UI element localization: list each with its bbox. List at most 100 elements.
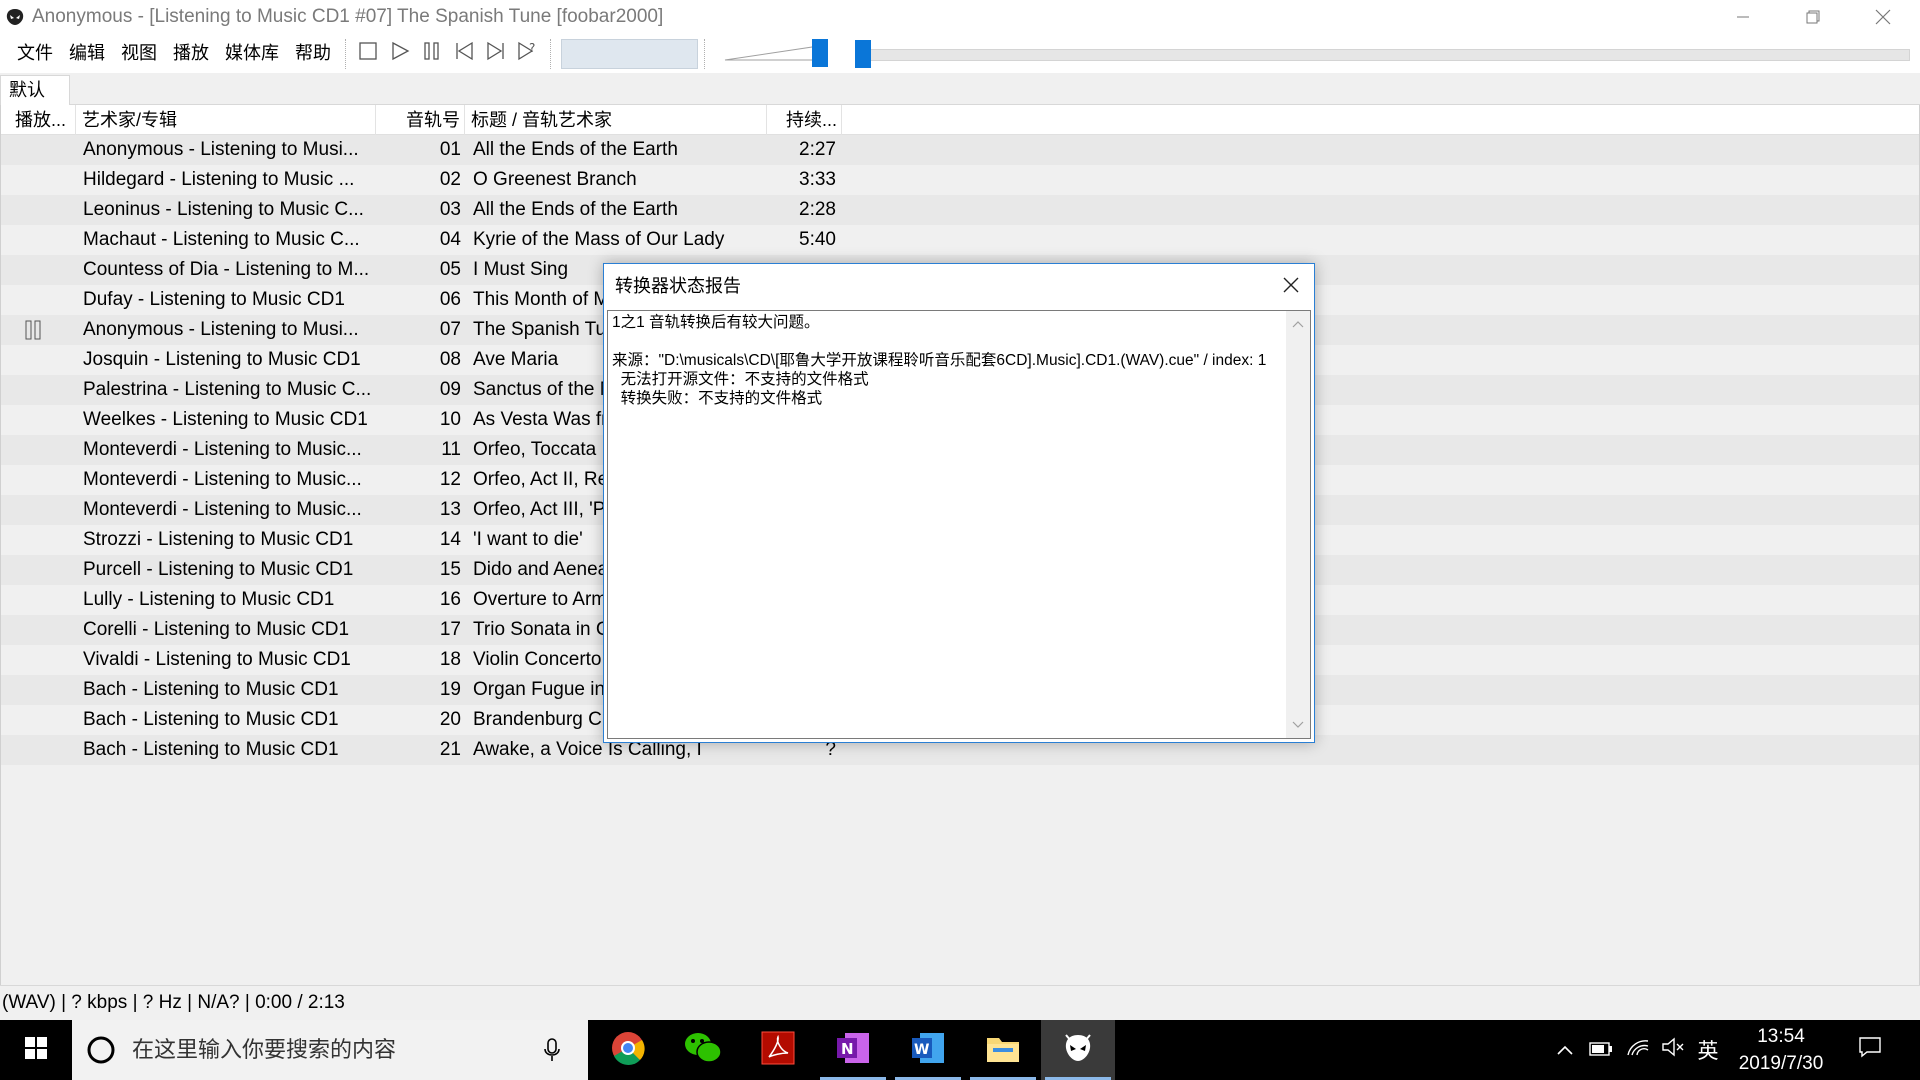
scroll-down-button[interactable] [1286, 714, 1310, 736]
cell-artist-album: Hildegard - Listening to Music ... [83, 169, 355, 190]
tray-volume[interactable] [1660, 1020, 1686, 1080]
playlist-tab-bar: 默认 [0, 73, 1920, 105]
menu-edit[interactable]: 编辑 [61, 34, 113, 73]
tray-battery[interactable] [1588, 1020, 1614, 1080]
taskbar-foobar2000[interactable] [1041, 1020, 1115, 1080]
column-header-playing[interactable]: 播放... [9, 105, 76, 135]
taskbar-search-box[interactable]: 在这里输入你要搜索的内容 [72, 1020, 588, 1080]
svg-text:W: W [914, 1042, 929, 1058]
chevron-up-icon [1292, 315, 1304, 333]
volume-handle[interactable] [812, 39, 828, 67]
cell-artist-album: Lully - Listening to Music CD1 [83, 589, 335, 610]
report-text: 1之1 音轨转换后有较大问题。 来源："D:\musicals\CD\[耶鲁大学… [612, 314, 1267, 407]
next-button[interactable] [480, 38, 512, 70]
onenote-icon: N [835, 1030, 871, 1071]
pause-icon [25, 320, 41, 340]
status-bar: (WAV) | ? kbps | ? Hz | N/A? | 0:00 / 2:… [0, 985, 1920, 1020]
close-icon [1282, 276, 1300, 299]
cell-track-number: 11 [441, 439, 461, 460]
random-icon: ? [517, 40, 539, 67]
cell-artist-album: Countess of Dia - Listening to M... [83, 259, 370, 280]
minimize-button[interactable] [1708, 0, 1778, 34]
cell-track-number: 08 [439, 349, 461, 370]
random-button[interactable]: ? [512, 38, 544, 70]
cell-artist-album: Corelli - Listening to Music CD1 [83, 619, 350, 640]
cell-artist-album: Anonymous - Listening to Musi... [83, 139, 359, 160]
column-header-title-artist[interactable]: 标题 / 音轨艺术家 [465, 105, 767, 135]
search-placeholder: 在这里输入你要搜索的内容 [132, 1037, 397, 1062]
wechat-icon [683, 1030, 723, 1071]
cell-track-number: 20 [439, 709, 461, 730]
cortana-icon [86, 1035, 116, 1070]
column-header-artist-album[interactable]: 艺术家/专辑 [76, 105, 376, 135]
menu-playback[interactable]: 播放 [165, 34, 217, 73]
cell-artist-album: Monteverdi - Listening to Music... [83, 469, 362, 490]
tab-default[interactable]: 默认 [0, 75, 70, 105]
taskbar-file-explorer[interactable] [966, 1020, 1040, 1080]
cell-track-number: 09 [439, 379, 461, 400]
cell-track-number: 05 [439, 259, 461, 280]
cell-track-number: 16 [439, 589, 461, 610]
taskbar-clock[interactable]: 13:54 2019/7/30 [1725, 1020, 1837, 1080]
cell-artist-album: Bach - Listening to Music CD1 [83, 709, 339, 730]
menu-help[interactable]: 帮助 [287, 34, 339, 73]
dialog-report-textbox[interactable]: 1之1 音轨转换后有较大问题。 来源："D:\musicals\CD\[耶鲁大学… [607, 310, 1311, 739]
taskbar-onenote[interactable]: N [816, 1020, 890, 1080]
column-header-track-number[interactable]: 音轨号 [376, 105, 465, 135]
cell-duration: 5:40 [799, 229, 836, 250]
battery-icon [1589, 1039, 1613, 1062]
cell-artist-album: Machaut - Listening to Music C... [83, 229, 360, 250]
taskbar-wechat[interactable] [666, 1020, 740, 1080]
chevron-down-icon [1292, 716, 1304, 734]
scroll-up-button[interactable] [1286, 313, 1310, 335]
taskbar-word[interactable]: W [891, 1020, 965, 1080]
previous-icon [454, 41, 474, 66]
cell-track-number: 03 [439, 199, 461, 220]
cell-track-number: 06 [439, 289, 461, 310]
seek-handle[interactable] [855, 40, 871, 68]
pause-icon [422, 41, 442, 66]
action-center-button[interactable] [1850, 1020, 1890, 1080]
dialog-scrollbar[interactable] [1286, 311, 1310, 738]
tray-ime[interactable]: 英 [1694, 1020, 1722, 1080]
start-button[interactable] [0, 1020, 72, 1080]
menu-file[interactable]: 文件 [9, 34, 61, 73]
word-icon: W [910, 1030, 946, 1071]
close-button[interactable] [1848, 0, 1918, 34]
seek-bar[interactable] [855, 49, 1910, 61]
playback-order-dropdown[interactable] [561, 38, 698, 69]
dialog-close-button[interactable] [1274, 270, 1308, 304]
menu-library[interactable]: 媒体库 [217, 34, 287, 73]
pause-button[interactable] [416, 38, 448, 70]
playlist-row[interactable]: Anonymous - Listening to Musi... 01 All th… [1, 135, 1919, 165]
column-header-duration[interactable]: 持续... [767, 105, 842, 135]
menu-view[interactable]: 视图 [113, 34, 165, 73]
play-button[interactable] [384, 38, 416, 70]
previous-button[interactable] [448, 38, 480, 70]
cell-track-number: 14 [439, 529, 461, 550]
notification-icon [1858, 1036, 1882, 1064]
taskbar-chrome[interactable] [591, 1020, 665, 1080]
cell-duration: 2:28 [799, 199, 836, 220]
playlist-row[interactable]: Machaut - Listening to Music C... 04 Kyrie… [1, 225, 1919, 255]
folder-icon [985, 1032, 1021, 1069]
cell-artist-album: Leoninus - Listening to Music C... [83, 199, 364, 220]
tray-overflow-button[interactable] [1553, 1020, 1577, 1080]
cell-track-number: 13 [439, 499, 461, 520]
chevron-up-icon [1556, 1039, 1574, 1062]
chrome-icon [610, 1030, 646, 1071]
playlist-row[interactable]: Leoninus - Listening to Music C... 03 All … [1, 195, 1919, 225]
cell-title: All the Ends of the Earth [473, 199, 678, 220]
taskbar-acrobat[interactable] [741, 1020, 815, 1080]
volume-slider[interactable] [723, 34, 835, 73]
window-title: Anonymous - [Listening to Music CD1 #07]… [32, 6, 664, 27]
restore-button[interactable] [1778, 0, 1848, 34]
cell-track-number: 15 [439, 559, 461, 580]
cell-track-number: 12 [439, 469, 461, 490]
stop-button[interactable] [352, 38, 384, 70]
playlist-row[interactable]: Hildegard - Listening to Music ... 02 O Gr… [1, 165, 1919, 195]
microphone-icon[interactable] [544, 1038, 560, 1067]
cell-track-number: 17 [439, 619, 461, 640]
tray-network[interactable] [1624, 1020, 1652, 1080]
clock-time: 13:54 [1757, 1026, 1805, 1047]
